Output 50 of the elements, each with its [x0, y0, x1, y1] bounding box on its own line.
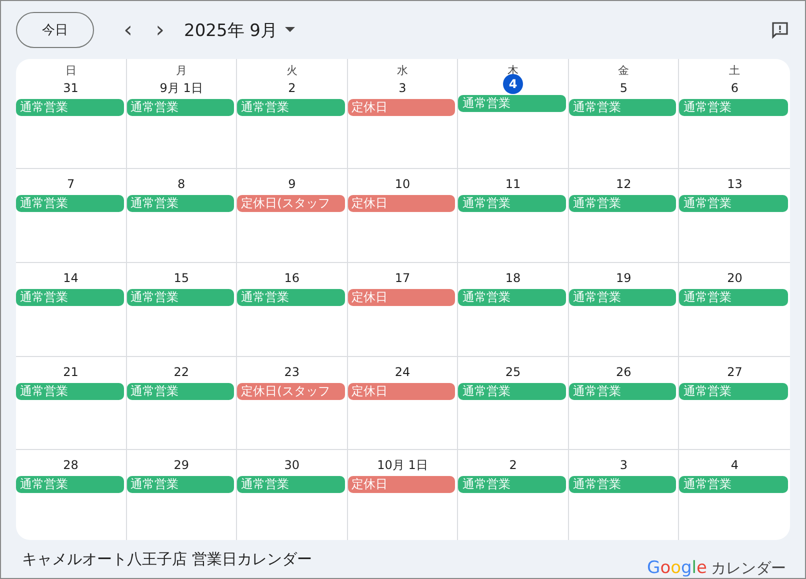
caret-icon: [285, 27, 296, 34]
date-label[interactable]: 8: [178, 174, 186, 194]
date-label[interactable]: 13: [727, 174, 742, 194]
date-label[interactable]: 29: [174, 455, 189, 476]
date-label[interactable]: 22: [174, 362, 189, 382]
date-label[interactable]: 20: [727, 268, 742, 288]
feedback-icon[interactable]: [770, 20, 790, 40]
date-label[interactable]: 3: [398, 78, 406, 98]
date-label[interactable]: 10: [394, 174, 410, 194]
date-label[interactable]: 25: [505, 362, 521, 382]
date-label[interactable]: 18: [505, 268, 521, 288]
date-label[interactable]: 2: [288, 78, 296, 98]
date-label[interactable]: 17: [394, 268, 410, 288]
weekday-label: 日: [65, 64, 76, 78]
previous-button[interactable]: ‹: [112, 14, 144, 46]
next-button[interactable]: ›: [144, 14, 176, 46]
date-label[interactable]: 4: [730, 455, 739, 476]
date-label[interactable]: 26: [616, 362, 632, 382]
date-label[interactable]: 3: [620, 455, 628, 476]
date-label[interactable]: 12: [616, 174, 632, 194]
date-label[interactable]: 10月 1日: [377, 455, 428, 476]
date-label[interactable]: 11: [505, 174, 521, 194]
date-label[interactable]: 6: [730, 78, 739, 98]
date-label[interactable]: 4: [503, 74, 524, 94]
weekday-label: 水: [396, 64, 408, 78]
date-label[interactable]: 27: [727, 362, 742, 382]
date-label[interactable]: 14: [63, 268, 78, 288]
date-label[interactable]: 24: [394, 362, 410, 382]
weekday-label: 土: [729, 64, 740, 78]
calendar-title: キャメルオート八王子店 営業日カレンダー: [22, 550, 312, 569]
weekday-label: 月: [176, 64, 187, 78]
date-label[interactable]: 2: [509, 455, 517, 476]
date-label[interactable]: 7: [66, 174, 75, 194]
date-label[interactable]: 15: [174, 268, 189, 288]
month-picker[interactable]: 2025年 9月: [184, 18, 296, 42]
weekday-label: 金: [618, 64, 630, 78]
today-button[interactable]: 今日: [16, 12, 94, 48]
weekday-label: 火: [286, 64, 298, 78]
google-logo: Google: [647, 558, 707, 578]
date-label[interactable]: 23: [284, 362, 300, 382]
date-label[interactable]: 9月 1日: [160, 78, 203, 98]
date-label[interactable]: 30: [284, 455, 300, 476]
date-label[interactable]: 16: [284, 268, 300, 288]
date-label[interactable]: 5: [620, 78, 628, 98]
product-name: カレンダー: [711, 559, 786, 578]
date-label[interactable]: 19: [616, 268, 632, 288]
date-label[interactable]: 9: [288, 174, 296, 194]
date-label[interactable]: 21: [63, 362, 78, 382]
date-label[interactable]: 31: [63, 78, 78, 98]
date-label[interactable]: 28: [63, 455, 78, 476]
